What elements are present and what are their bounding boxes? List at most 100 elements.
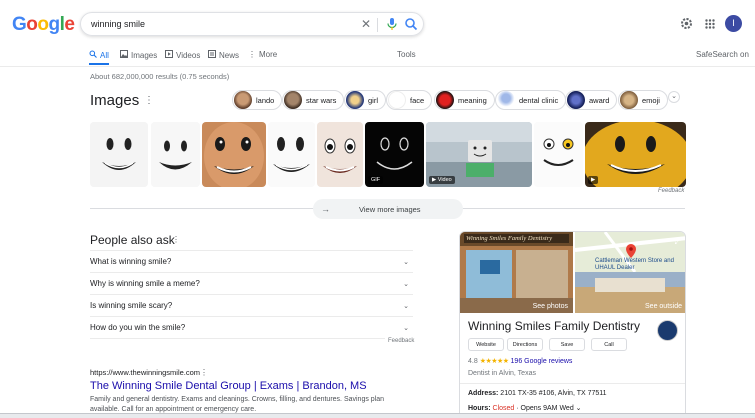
knowledge-panel: Winning Smiles Family Dentistry See phot…: [459, 231, 686, 418]
chip-face[interactable]: face: [386, 90, 433, 110]
chevron-down-icon[interactable]: ⌄: [668, 91, 680, 103]
chip-thumbnail: [234, 91, 252, 109]
directions-button[interactable]: Directions: [507, 338, 543, 351]
images-feedback-link[interactable]: Feedback: [658, 188, 684, 194]
business-photo[interactable]: Winning Smiles Family Dentistry See phot…: [460, 232, 573, 313]
play-icon: [165, 50, 173, 60]
chip-award[interactable]: award: [565, 90, 618, 110]
image-result-2[interactable]: [151, 122, 200, 187]
chevron-down-icon: ⌄: [403, 280, 409, 288]
tab-videos[interactable]: Videos: [165, 50, 200, 60]
search-icon: [89, 50, 97, 60]
result-title-link[interactable]: The Winning Smile Dental Group | Exams |…: [90, 380, 367, 392]
chip-thumbnail: [567, 91, 585, 109]
hours-label: Hours:: [468, 405, 491, 412]
status-badge: Closed: [492, 405, 515, 412]
tab-all[interactable]: All: [89, 50, 109, 60]
image-result-3[interactable]: [202, 122, 266, 187]
image-result-6[interactable]: GIF: [365, 122, 424, 187]
paa-question[interactable]: Is winning smile scary? ⌄: [90, 294, 413, 316]
website-button[interactable]: Website: [468, 338, 504, 351]
result-snippet: Family and general dentistry. Exams and …: [90, 396, 385, 413]
paa-feedback-link[interactable]: Feedback: [388, 338, 414, 344]
chip-lando[interactable]: lando: [232, 90, 283, 110]
result-stats: About 682,000,000 results (0.75 seconds): [90, 72, 230, 81]
tools-button[interactable]: Tools: [397, 50, 416, 59]
chip-girl[interactable]: girl: [344, 90, 387, 110]
see-outside-label: See outside: [645, 303, 682, 310]
call-button[interactable]: Call: [591, 338, 627, 351]
chip-thumbnail: [388, 91, 406, 109]
chevron-down-icon: ⌄: [403, 302, 409, 310]
chip-thumbnail: [346, 91, 364, 109]
chip-thumbnail: [284, 91, 302, 109]
more-options-icon[interactable]: ⋮: [200, 368, 208, 377]
image-result-8[interactable]: [534, 122, 583, 187]
image-icon: [120, 50, 128, 60]
business-type: Dentist in Alvin, Texas: [468, 370, 536, 377]
image-result-4[interactable]: [268, 122, 315, 187]
google-logo[interactable]: Google: [12, 14, 75, 36]
map-thumbnail[interactable]: Cattleman Western Store and UHAUL Dealer…: [574, 232, 685, 313]
header-divider: [0, 66, 755, 67]
search-divider: [377, 18, 378, 32]
hours-value[interactable]: · Opens 9AM Wed: [516, 405, 573, 412]
search-box[interactable]: winning smile ✕: [80, 12, 424, 36]
chip-dental-clinic[interactable]: dental clinic: [495, 90, 567, 110]
bottom-status-bar: [0, 413, 755, 418]
images-section-title: Images: [90, 92, 140, 109]
rating-value: 4.8: [468, 358, 478, 365]
save-button[interactable]: Save: [549, 338, 585, 351]
map-label: Cattleman Western Store and UHAUL Dealer: [595, 258, 674, 271]
tab-more[interactable]: ⋮ More: [248, 50, 277, 59]
paa-divider: [90, 338, 385, 339]
apps-grid-icon[interactable]: [705, 19, 715, 31]
close-icon[interactable]: ✕: [361, 17, 371, 31]
chip-emoji[interactable]: emoji: [618, 90, 668, 110]
more-options-icon[interactable]: ⋮: [172, 235, 180, 244]
image-result-9[interactable]: ▶: [585, 122, 686, 187]
image-result-1[interactable]: [90, 122, 148, 187]
hours-row: Hours: Closed · Opens 9AM Wed ⌄: [468, 404, 582, 412]
safesearch-toggle[interactable]: SafeSearch on: [696, 50, 749, 59]
chevron-down-icon[interactable]: ⌄: [576, 405, 582, 412]
search-input[interactable]: winning smile: [91, 19, 145, 29]
play-icon: ▶: [588, 176, 599, 184]
paa-question[interactable]: Why is winning smile a meme? ⌄: [90, 272, 413, 294]
search-icon[interactable]: [404, 17, 418, 33]
gear-icon[interactable]: [680, 17, 693, 32]
image-result-5[interactable]: [317, 122, 363, 187]
chip-thumbnail: [497, 91, 515, 109]
address-label: Address:: [468, 390, 499, 397]
chip-meaning[interactable]: meaning: [434, 90, 495, 110]
tab-images[interactable]: Images: [120, 50, 157, 60]
more-options-icon[interactable]: ⋮: [144, 95, 154, 106]
video-badge: ▶ Video: [429, 176, 455, 184]
more-vert-icon: ⋮: [248, 50, 256, 59]
rating-row: 4.8 ★★★★★ 196 Google reviews: [468, 357, 572, 365]
paa-question[interactable]: How do you win the smile? ⌄: [90, 316, 413, 338]
chip-thumbnail: [620, 91, 638, 109]
expand-icon[interactable]: ⤢: [675, 237, 681, 247]
microphone-icon[interactable]: [386, 17, 398, 33]
business-sign: Winning Smiles Family Dentistry: [466, 235, 553, 242]
star-icon: ★★★★★: [479, 358, 509, 365]
address-value[interactable]: 2101 TX-35 #106, Alvin, TX 77511: [500, 390, 606, 397]
address-row: Address: 2101 TX-35 #106, Alvin, TX 7751…: [468, 390, 607, 397]
image-result-7[interactable]: ▶ Video: [426, 122, 532, 187]
kp-divider: [460, 383, 685, 384]
active-tab-indicator: [89, 63, 109, 65]
people-also-ask-title: People also ask: [90, 233, 175, 247]
see-photos-label: See photos: [532, 303, 568, 310]
view-more-images-button[interactable]: → View more images: [313, 199, 463, 219]
reviews-link[interactable]: 196 Google reviews: [511, 358, 573, 365]
avatar[interactable]: I: [725, 15, 742, 32]
paa-question[interactable]: What is winning smile? ⌄: [90, 250, 413, 272]
chip-thumbnail: [436, 91, 454, 109]
news-icon: [208, 50, 216, 60]
chevron-down-icon: ⌄: [403, 324, 409, 332]
chip-star-wars[interactable]: star wars: [282, 90, 345, 110]
tab-news[interactable]: News: [208, 50, 239, 60]
result-url[interactable]: https://www.thewinningsmile.com: [90, 368, 200, 377]
chevron-down-icon: ⌄: [403, 258, 409, 266]
